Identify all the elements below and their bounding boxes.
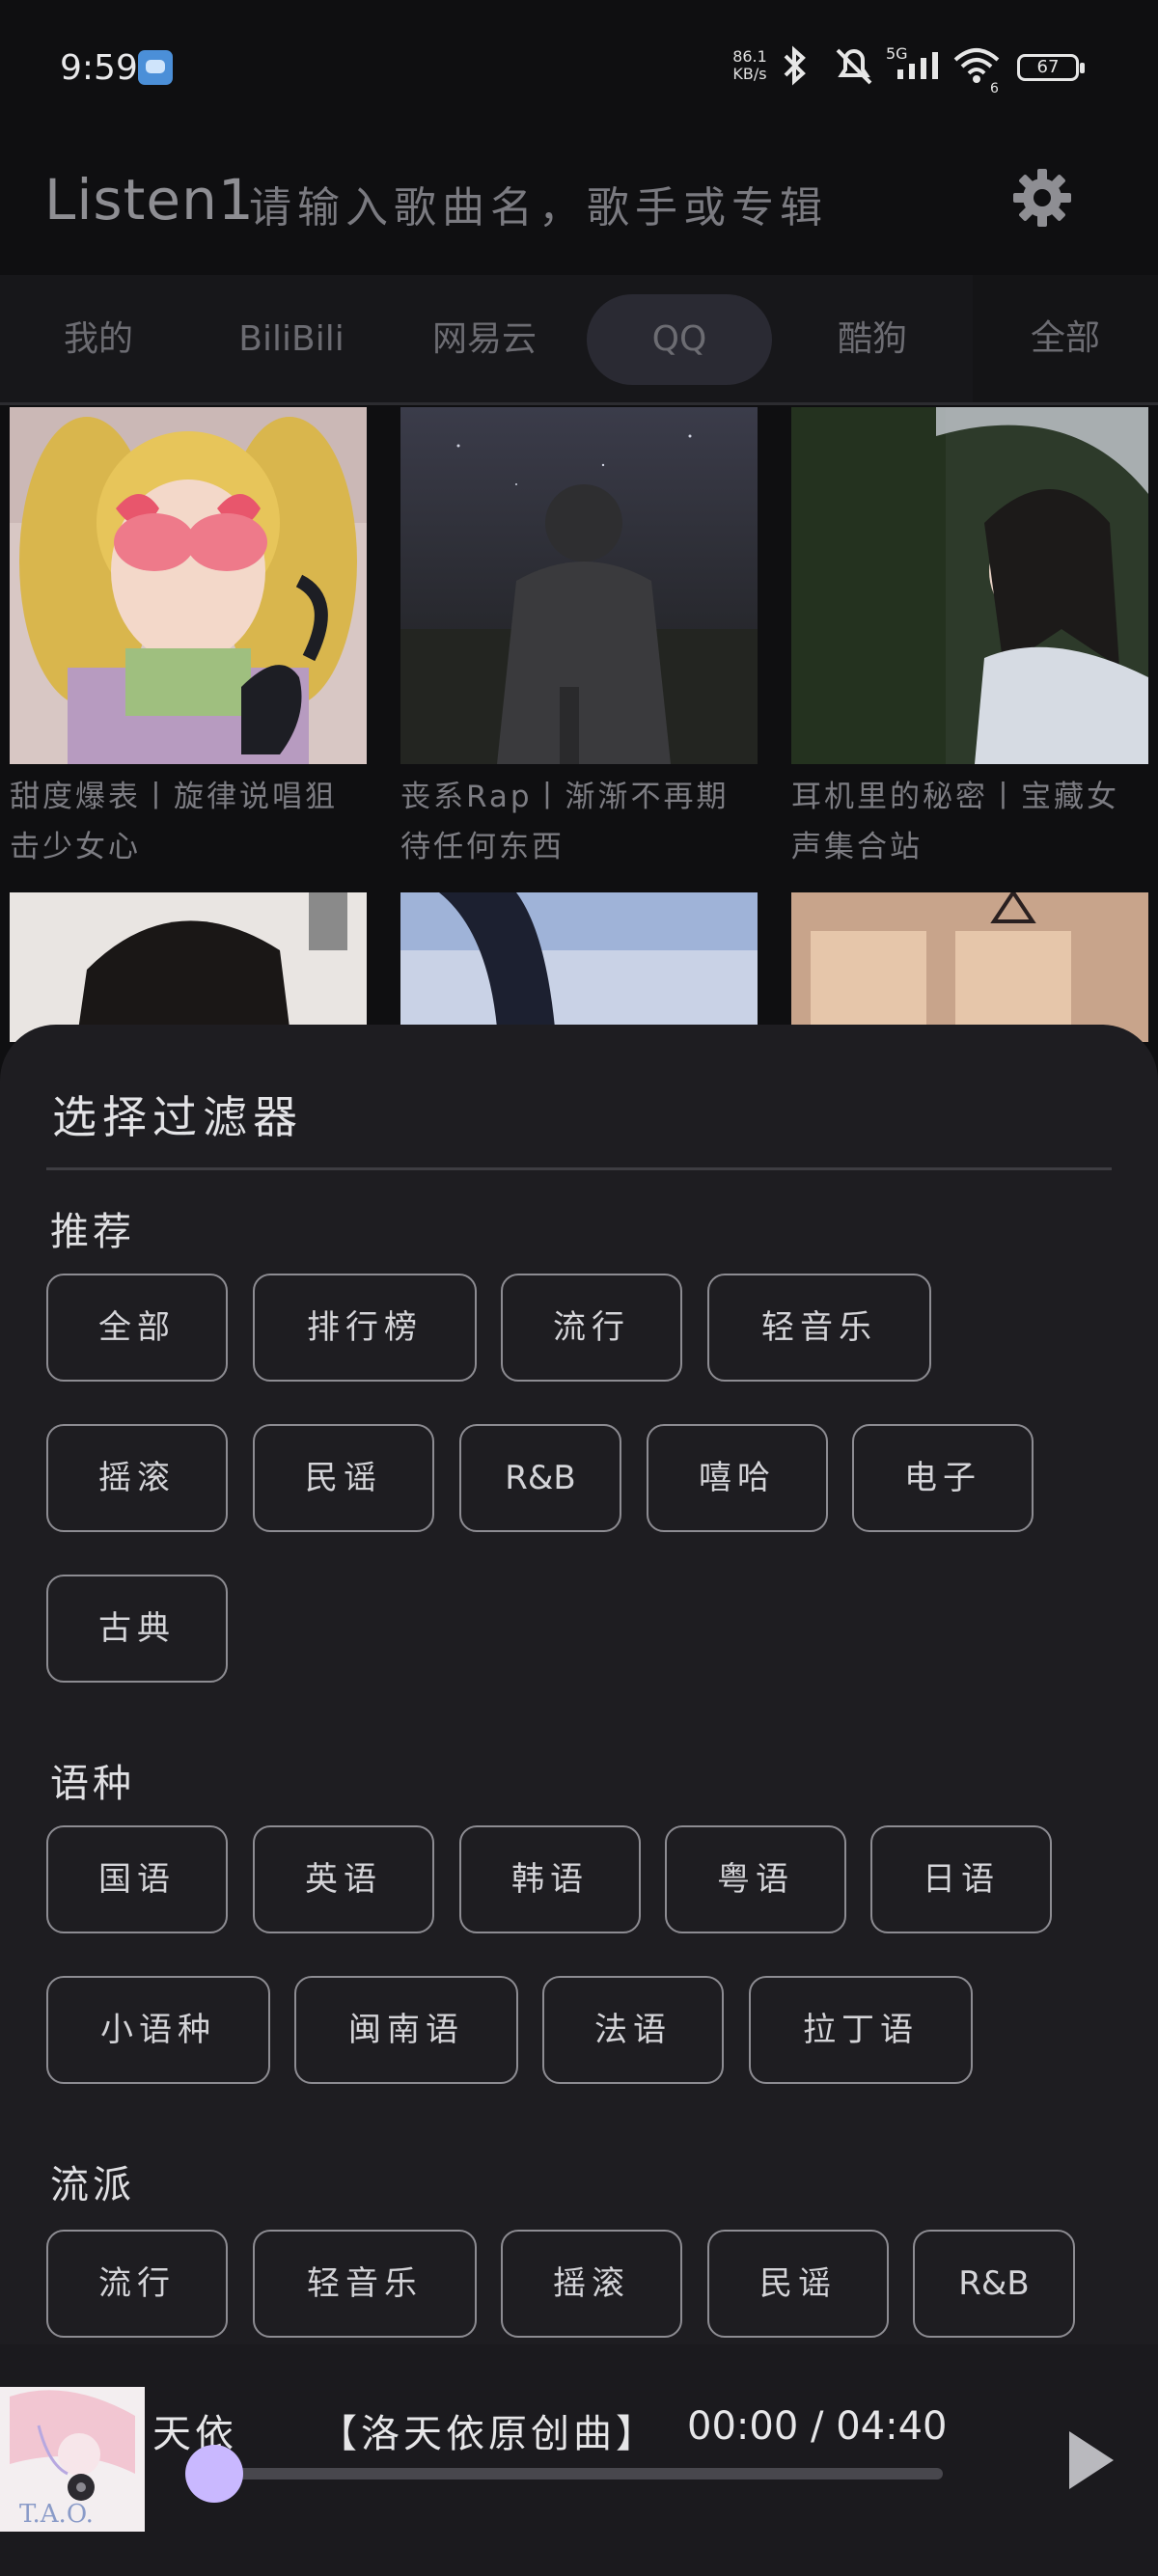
- wifi-sub-label: 6: [990, 81, 999, 96]
- filter-chip[interactable]: R&B: [913, 2230, 1075, 2338]
- tab-all[interactable]: 全部: [973, 275, 1158, 402]
- playlist-card[interactable]: [791, 889, 1148, 1042]
- playlist-title-line2: 击少女心: [10, 830, 141, 864]
- now-playing-bar[interactable]: T.A.O. 天依 【洛天依原创曲】 00:00 / 04:40: [0, 2344, 1158, 2576]
- playlist-card[interactable]: [10, 892, 367, 1042]
- section-label-recommend: 推荐: [50, 1210, 135, 1254]
- filter-chip[interactable]: 民谣: [707, 2230, 889, 2338]
- album-art-text: T.A.O.: [19, 2500, 94, 2529]
- playlist-title-line2: 声集合站: [791, 830, 923, 864]
- playback-time: 00:00 / 04:40: [687, 2404, 947, 2449]
- play-icon[interactable]: [1062, 2425, 1119, 2495]
- playlist-title: 丧系Rap丨渐渐不再期 待任何东西: [400, 772, 758, 872]
- playlist-cover-image: [791, 407, 1148, 764]
- album-art[interactable]: T.A.O.: [0, 2387, 145, 2532]
- filter-chip[interactable]: 粤语: [665, 1825, 846, 1933]
- status-time: 9:59: [60, 48, 138, 88]
- filter-chip[interactable]: 轻音乐: [253, 2230, 477, 2338]
- playlist-card[interactable]: 丧系Rap丨渐渐不再期 待任何东西: [400, 407, 758, 872]
- playlist-title-line1: 耳机里的秘密丨宝藏女: [791, 780, 1119, 814]
- settings-gear-icon[interactable]: [1007, 163, 1077, 233]
- progress-thumb[interactable]: [185, 2445, 243, 2503]
- filter-chip[interactable]: 韩语: [459, 1825, 641, 1933]
- playlist-card[interactable]: 甜度爆表丨旋律说唱狙 击少女心: [10, 407, 367, 872]
- playlist-grid: 甜度爆表丨旋律说唱狙 击少女心 丧系Rap丨渐渐不再期 待任何东西 耳机里的秘密…: [0, 405, 1158, 1042]
- filter-chip[interactable]: 闽南语: [294, 1976, 518, 2084]
- filter-chip[interactable]: 古典: [46, 1575, 228, 1683]
- signal-icon: [897, 52, 938, 79]
- tab-qq[interactable]: QQ: [587, 294, 772, 385]
- filter-sheet-title: 选择过滤器: [52, 1091, 303, 1143]
- playlist-card[interactable]: 耳机里的秘密丨宝藏女 声集合站: [791, 407, 1148, 872]
- filter-chip[interactable]: 轻音乐: [707, 1274, 931, 1382]
- filter-chip[interactable]: 国语: [46, 1825, 228, 1933]
- tab-bilibili[interactable]: BiliBili: [199, 294, 384, 385]
- filter-chip[interactable]: 嘻哈: [647, 1424, 828, 1532]
- playlist-cover-image: [400, 407, 758, 764]
- sheet-divider: [46, 1167, 1112, 1170]
- network-speed-unit: KB/s: [732, 65, 767, 83]
- section-label-genre: 流派: [50, 2163, 135, 2207]
- filter-chip[interactable]: 日语: [870, 1825, 1052, 1933]
- section-label-language: 语种: [50, 1762, 135, 1806]
- filter-chip[interactable]: 民谣: [253, 1424, 434, 1532]
- app-title: Listen1: [44, 167, 255, 233]
- time-separator: /: [811, 2404, 824, 2449]
- source-tabs: 我的 BiliBili 网易云 QQ 酷狗 全部: [0, 275, 1158, 405]
- playlist-cover-image: [10, 407, 367, 764]
- playlist-cover-image: [400, 892, 758, 1042]
- battery-indicator: 67: [1017, 54, 1085, 81]
- playlist-title: 甜度爆表丨旋律说唱狙 击少女心: [10, 772, 367, 872]
- playlist-cover-image: [791, 889, 1148, 1042]
- tab-mine[interactable]: 我的: [6, 294, 191, 385]
- tab-netease[interactable]: 网易云: [392, 294, 577, 385]
- filter-chip[interactable]: 拉丁语: [749, 1976, 973, 2084]
- status-bar: 9:59 86.1 KB/s 5G 6 67: [0, 0, 1158, 140]
- filter-chip[interactable]: 摇滚: [46, 1424, 228, 1532]
- filter-chip[interactable]: 英语: [253, 1825, 434, 1933]
- filter-chip[interactable]: 电子: [852, 1424, 1034, 1532]
- filter-chip[interactable]: 流行: [46, 2230, 228, 2338]
- filter-chip[interactable]: 流行: [501, 1274, 682, 1382]
- duration: 04:40: [836, 2404, 948, 2449]
- playlist-title-line1: 甜度爆表丨旋律说唱狙: [10, 780, 338, 814]
- mute-bell-icon: [836, 48, 872, 85]
- playlist-title-line2: 待任何东西: [400, 830, 565, 864]
- network-speed-value: 86.1: [732, 47, 767, 66]
- playlist-card[interactable]: [400, 892, 758, 1042]
- search-input[interactable]: 请输入歌曲名，歌手或专辑: [249, 173, 828, 234]
- playlist-cover-image: [10, 892, 367, 1042]
- progress-track[interactable]: [214, 2468, 943, 2480]
- network-speed: 86.1 KB/s: [731, 48, 769, 83]
- app-bar: Listen1 请输入歌曲名，歌手或专辑: [0, 140, 1158, 275]
- playlist-title: 耳机里的秘密丨宝藏女 声集合站: [791, 772, 1148, 872]
- now-playing-title: 【洛天依原创曲】: [318, 2412, 658, 2456]
- filter-chip[interactable]: 排行榜: [253, 1274, 477, 1382]
- bilibili-notification-icon: [138, 50, 173, 85]
- playlist-title-line1: 丧系Rap丨渐渐不再期: [400, 780, 730, 814]
- bluetooth-icon: [784, 45, 806, 86]
- filter-chip[interactable]: 法语: [542, 1976, 724, 2084]
- filter-chip[interactable]: 摇滚: [501, 2230, 682, 2338]
- current-time: 00:00: [687, 2404, 799, 2449]
- filter-chip[interactable]: R&B: [459, 1424, 621, 1532]
- filter-bottom-sheet: 选择过滤器 推荐 全部 排行榜 流行 轻音乐 摇滚 民谣 R&B 嘻哈 电子 古…: [0, 1025, 1158, 2344]
- filter-chip[interactable]: 全部: [46, 1274, 228, 1382]
- tab-kugou[interactable]: 酷狗: [780, 294, 965, 385]
- filter-chip[interactable]: 小语种: [46, 1976, 270, 2084]
